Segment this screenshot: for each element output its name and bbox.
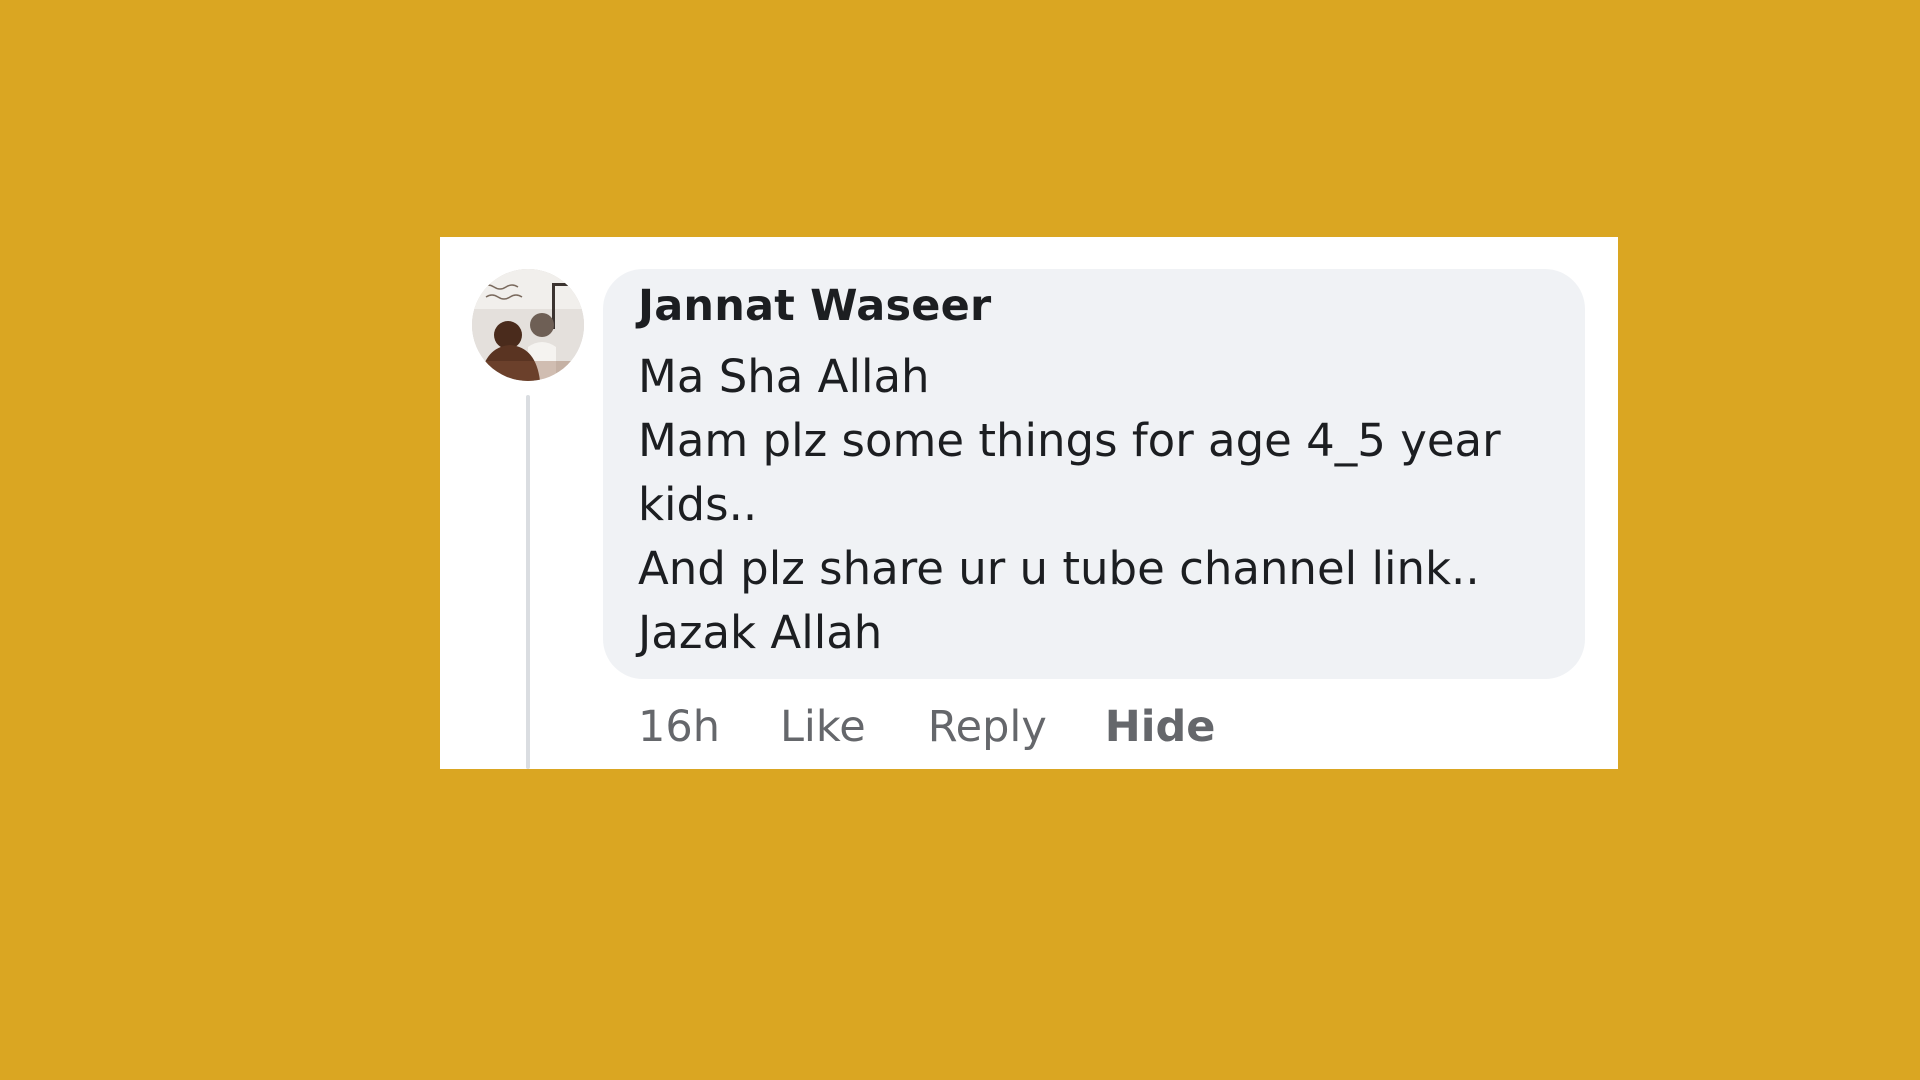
comment-text: Ma Sha Allah Mam plz some things for age… (638, 345, 1568, 665)
hide-button[interactable]: Hide (1105, 702, 1216, 752)
comment-card: Jannat Waseer Ma Sha Allah Mam plz some … (440, 237, 1618, 769)
comment-line: And plz share ur u tube channel link.. (638, 542, 1480, 595)
author-name[interactable]: Jannat Waseer (638, 281, 991, 331)
timestamp[interactable]: 16h (638, 702, 720, 752)
avatar[interactable] (472, 269, 584, 381)
comment-line: Ma Sha Allah (638, 350, 930, 403)
comment-actions: 16h Like Reply Hide (638, 695, 1215, 759)
comment-bubble: Jannat Waseer Ma Sha Allah Mam plz some … (603, 269, 1585, 679)
comment-line: Mam plz some things for age 4_5 year (638, 414, 1501, 467)
page-background: Jannat Waseer Ma Sha Allah Mam plz some … (0, 0, 1920, 1080)
comment-line: kids.. (638, 478, 758, 531)
reply-button[interactable]: Reply (928, 702, 1047, 752)
like-button[interactable]: Like (780, 702, 866, 752)
comment-line: Jazak Allah (638, 606, 883, 659)
avatar-photo (472, 269, 584, 381)
thread-line (526, 395, 530, 769)
